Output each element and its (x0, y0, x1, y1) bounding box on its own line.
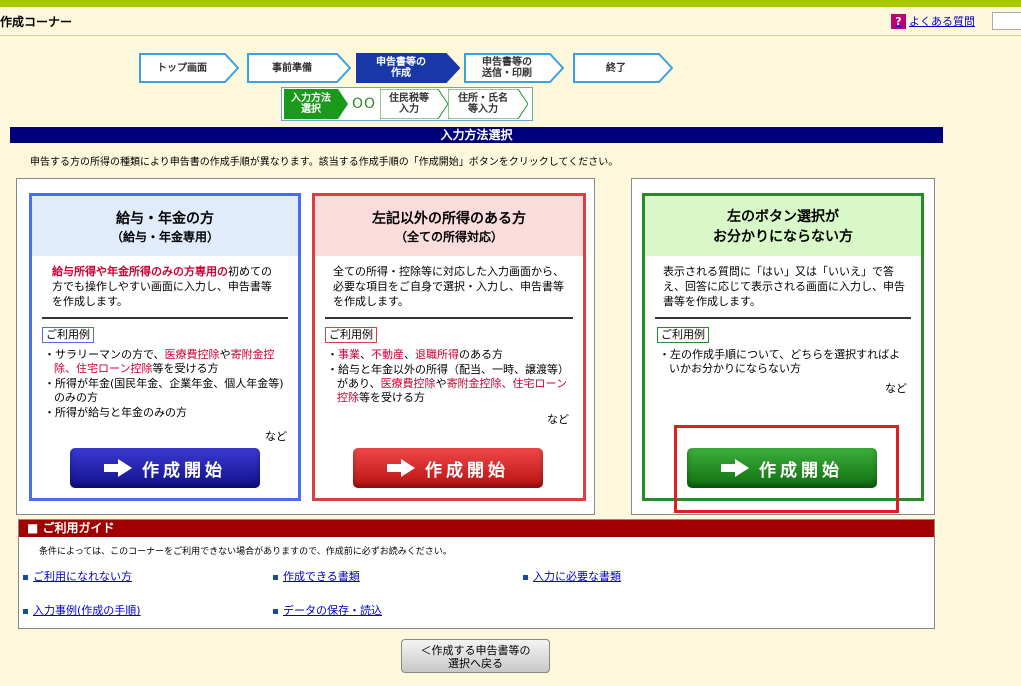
card-header: 給与・年金の方 （給与・年金専用） (32, 196, 298, 256)
step-label: 事前準備 (272, 62, 312, 74)
desc-highlight: 給与所得や年金所得のみの方専用の (52, 265, 228, 278)
etc-text: など (265, 430, 287, 443)
card-header: 左のボタン選択が お分かりにならない方 (645, 196, 921, 256)
guide-link-required-docs[interactable]: 入力に必要な書類 (523, 568, 621, 584)
usage-example-label: ご利用例 (42, 327, 94, 343)
substep-address-name: 住所・氏名 等入力 (447, 88, 529, 120)
start-button-salary[interactable]: 作成開始 (70, 448, 260, 488)
step-label: 申告書等の 作成 (376, 57, 426, 79)
substep-label: 住民税等 入力 (389, 93, 429, 115)
usage-item: ・給与と年金以外の所得（配当、一時、譲渡等）があり、医療費控除や寄附金控除、住宅… (327, 363, 569, 404)
divider (655, 317, 911, 319)
card-description: 給与所得や年金所得のみの方専用の初めての方でも操作しやすい画面に入力し、申告書等… (52, 264, 280, 309)
guide-note: 条件によっては、このコーナーをご利用できない場合がありますので、作成前に必ずお読… (39, 547, 452, 557)
section-title: 入力方法選択 (10, 127, 943, 143)
substep-resident-tax: 住民税等 入力 (379, 88, 449, 120)
faq-label: よくある質問 (909, 15, 975, 28)
instruction-text: 申告する方の所得の種類により申告書の作成手順が異なります。該当する作成手順の「作… (30, 157, 619, 168)
bullet-icon (23, 608, 28, 614)
step-send-print: 申告書等の 送信・印刷 (464, 53, 564, 83)
faq-link[interactable]: ? よくある質問 (891, 13, 975, 29)
top-accent-bar (0, 0, 1021, 7)
etc-text: など (547, 413, 569, 426)
header-search-input[interactable] (992, 12, 1021, 30)
usage-example-label: ご利用例 (325, 327, 377, 343)
guide-link-save-load[interactable]: データの保存・読込 (273, 602, 382, 618)
card-title: 給与・年金の方 (116, 211, 214, 227)
step-preparation: 事前準備 (247, 53, 351, 83)
usage-list: ・事業、不動産、退職所得のある方 ・給与と年金以外の所得（配当、一時、譲渡等）が… (327, 348, 571, 406)
step-create: 申告書等の 作成 (356, 53, 460, 83)
guide-link-examples[interactable]: 入力事例(作成の手順) (23, 602, 141, 618)
substep-input-method: 入力方法 選択 (284, 89, 348, 119)
substep-label: 入力方法 選択 (291, 93, 331, 115)
usage-item: ・左の作成手順について、どちらを選択すればよいかお分かりにならない方 (659, 348, 901, 375)
card-salary-pension: 給与・年金の方 （給与・年金専用） 給与所得や年金所得のみの方専用の初めての方で… (29, 193, 301, 501)
divider (325, 317, 573, 319)
bullet-icon (273, 608, 278, 614)
highlight-box (674, 425, 899, 513)
bullet-icon (523, 574, 528, 580)
card-description: 表示される質問に「はい」又は「いいえ」で答え、回答に応じて表示される画面に入力し… (663, 265, 905, 308)
card-subtitle: （全ての所得対応） (394, 230, 503, 244)
start-button-other[interactable]: 作成開始 (353, 448, 543, 488)
guide-link-documents[interactable]: 作成できる書類 (273, 568, 360, 584)
substep-navigation: 入力方法 選択 OO 住民税等 入力 住所・氏名 等入力 (281, 87, 533, 121)
card-subtitle: お分かりにならない方 (713, 229, 853, 245)
card-subtitle: （給与・年金専用） (110, 230, 219, 244)
card-title: 左記以外の所得のある方 (372, 211, 526, 227)
substep-label: 住所・氏名 等入力 (458, 93, 508, 115)
header: 作成コーナー ? よくある質問 (0, 7, 1021, 35)
usage-guide: ■ ご利用ガイド 条件によっては、このコーナーをご利用できない場合がありますので… (18, 519, 935, 629)
divider (42, 317, 288, 319)
app-title: 作成コーナー (0, 15, 73, 29)
usage-list: ・左の作成手順について、どちらを選択すればよいかお分かりにならない方 (659, 348, 905, 377)
usage-list: ・サラリーマンの方で、医療費控除や寄附金控除、住宅ローン控除等を受ける方 ・所得… (44, 348, 284, 421)
step-top: トップ画面 (139, 53, 239, 83)
usage-example-label: ご利用例 (657, 327, 709, 343)
step-finish: 終了 (573, 53, 673, 83)
usage-item: ・サラリーマンの方で、医療費控除や寄附金控除、住宅ローン控除等を受ける方 (44, 348, 275, 375)
usage-item: ・所得が給与と年金のみの方 (44, 406, 187, 419)
step-label: 申告書等の 送信・印刷 (482, 57, 532, 79)
arrow-right-icon (387, 459, 415, 477)
step-label: トップ画面 (157, 62, 207, 74)
usage-item: ・事業、不動産、退職所得のある方 (327, 348, 503, 361)
card-description: 全ての所得・控除等に対応した入力画面から、必要な項目をご自身で選択・入力し、申告… (333, 265, 564, 308)
progress-dots: OO (352, 96, 377, 112)
usage-item: ・所得が年金(国民年金、企業年金、個人年金等)のみの方 (44, 377, 284, 404)
card-title: 左のボタン選択が (727, 209, 839, 225)
guide-title: ■ ご利用ガイド (19, 520, 934, 537)
etc-text: など (885, 382, 907, 395)
card-header: 左記以外の所得のある方 （全ての所得対応） (315, 196, 583, 256)
card-other-income: 左記以外の所得のある方 （全ての所得対応） 全ての所得・控除等に対応した入力画面… (312, 193, 586, 501)
back-button[interactable]: ＜作成する申告書等の 選択へ戻る (401, 639, 550, 673)
step-label: 終了 (606, 62, 626, 74)
bullet-icon (23, 574, 28, 580)
header-divider (0, 35, 1021, 36)
guide-link-ineligible[interactable]: ご利用になれない方 (23, 568, 132, 584)
question-icon: ? (891, 13, 906, 29)
arrow-right-icon (104, 459, 132, 477)
bullet-icon (273, 574, 278, 580)
